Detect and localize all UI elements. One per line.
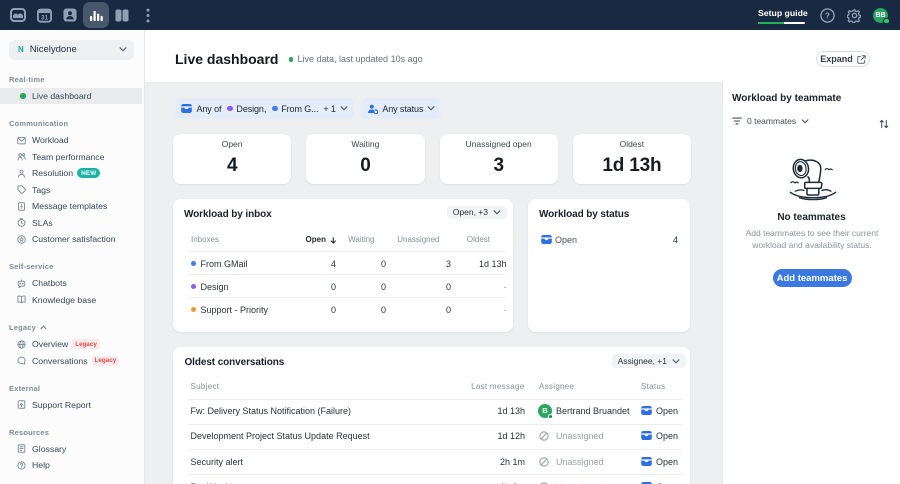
svg-text:?: ?	[825, 10, 830, 20]
svg-text:31: 31	[40, 14, 48, 21]
